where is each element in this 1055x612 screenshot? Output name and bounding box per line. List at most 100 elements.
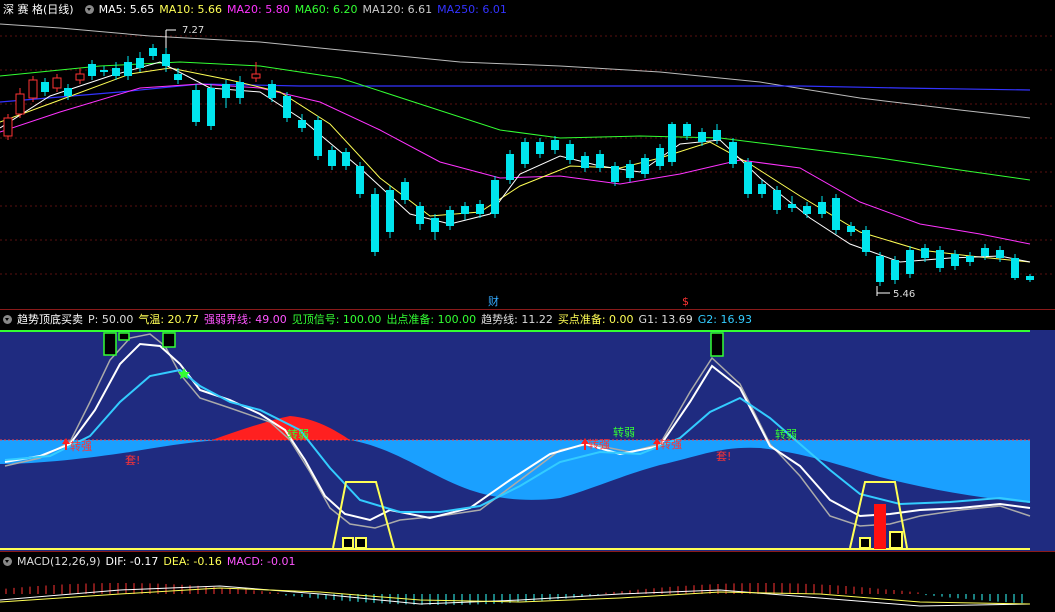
param-buy-ready: 买点准备: 0.00 [557, 313, 634, 326]
ma10-label: MA10: 5.66 [159, 2, 223, 16]
candle [891, 260, 899, 280]
candle [906, 250, 914, 274]
collapse-icon[interactable] [84, 4, 94, 14]
candle [876, 256, 884, 282]
param-top-signal: 见顶信号: 100.00 [291, 313, 382, 326]
stock-title: 深 赛 格(日线) [3, 3, 74, 16]
ma5-line [0, 61, 1031, 263]
candle [641, 158, 649, 174]
candle [521, 142, 529, 164]
candle [1011, 258, 1019, 278]
macd-name: MACD(12,26,9) [17, 554, 101, 568]
ma60-line [0, 61, 1031, 181]
candle [656, 148, 664, 166]
candle [611, 166, 619, 182]
candle [222, 84, 230, 98]
candle [713, 130, 721, 140]
high-price-label: 7.27 [182, 25, 204, 36]
candle [162, 54, 170, 66]
candle [996, 250, 1004, 258]
dividend-marker-icon[interactable]: $ [682, 295, 689, 308]
param-p: P: 50.00 [88, 312, 134, 326]
macd-value: MACD: -0.01 [226, 554, 296, 568]
macd-chart[interactable] [0, 570, 1055, 612]
candle [136, 58, 144, 68]
candle [506, 154, 514, 180]
candle [729, 142, 737, 164]
candle [476, 204, 484, 214]
candle [328, 150, 336, 166]
low-price-label: 5.46 [893, 289, 915, 300]
candle [314, 120, 322, 156]
candle [356, 166, 364, 194]
trap-label-2: 套! [716, 450, 731, 463]
candle [401, 182, 409, 200]
candle [803, 206, 811, 214]
candle [921, 248, 929, 258]
candle [75, 73, 85, 81]
candle [124, 62, 132, 76]
ma20-label: MA20: 5.80 [227, 2, 290, 16]
candle [698, 132, 706, 142]
candle [100, 70, 108, 72]
candle [112, 68, 120, 76]
dif-line [0, 585, 1031, 607]
price-header: 深 赛 格(日线) MA5: 5.65 MA10: 5.66 MA20: 5.8… [0, 0, 1055, 18]
param-strength-line: 强弱界线: 49.00 [204, 313, 287, 326]
candle [342, 152, 350, 166]
param-g1: G1: 13.69 [638, 312, 693, 326]
moving-averages [0, 23, 1031, 263]
low-marker: 5.46 [876, 286, 915, 300]
candle [966, 256, 974, 262]
candle [773, 190, 781, 210]
candle [744, 162, 752, 194]
candle [52, 77, 62, 89]
candle [566, 144, 574, 160]
ma10-line [0, 67, 1031, 263]
candle [847, 226, 855, 232]
ma250-label: MA250: 6.01 [437, 2, 507, 16]
turn-strong-label-1: 转强 [70, 439, 92, 453]
candle [41, 82, 49, 92]
candle [207, 88, 215, 126]
candle [149, 48, 157, 56]
ma60-label: MA60: 6.20 [294, 2, 358, 16]
macd-header: MACD(12,26,9) DIF: -0.17 DEA: -0.16 MACD… [0, 552, 1055, 570]
candle [3, 117, 13, 137]
candle [536, 142, 544, 154]
indicator-chart[interactable]: 转强 套! 转弱 转强 转弱 转强 套! 转弱 [0, 330, 1055, 552]
turn-weak-label-2: 转弱 [613, 425, 635, 439]
candle [936, 250, 944, 268]
turn-strong-label-3: 转强 [660, 437, 682, 451]
param-temperature: 气温: 20.77 [138, 313, 200, 326]
candle [581, 156, 589, 168]
finance-marker-icon[interactable]: 财 [488, 294, 499, 308]
candlestick-chart[interactable]: 7.27 5.46 财 $ [0, 18, 1055, 310]
candle [788, 204, 796, 208]
candle [15, 93, 25, 115]
candle [88, 64, 96, 76]
candle [386, 190, 394, 232]
macd-dea: DEA: -0.16 [163, 554, 222, 568]
candle [236, 82, 244, 98]
candle [668, 124, 676, 162]
candle [596, 154, 604, 168]
candle [626, 164, 634, 178]
candle [491, 180, 499, 214]
ma20-line [0, 83, 1031, 245]
param-exit-ready: 出点准备: 100.00 [386, 313, 477, 326]
candle [683, 124, 691, 136]
candle [431, 218, 439, 232]
candle [1026, 276, 1034, 280]
candle [268, 84, 276, 98]
collapse-icon[interactable] [3, 556, 12, 566]
collapse-icon[interactable] [3, 314, 12, 324]
candle [832, 198, 840, 230]
macd-lines [0, 585, 1031, 607]
ma5-label: MA5: 5.65 [98, 2, 155, 16]
param-g2: G2: 16.93 [697, 312, 752, 326]
macd-dif: DIF: -0.17 [105, 554, 159, 568]
candle [951, 254, 959, 266]
trap-label-1: 套! [125, 454, 140, 467]
sell-bar [874, 504, 886, 549]
